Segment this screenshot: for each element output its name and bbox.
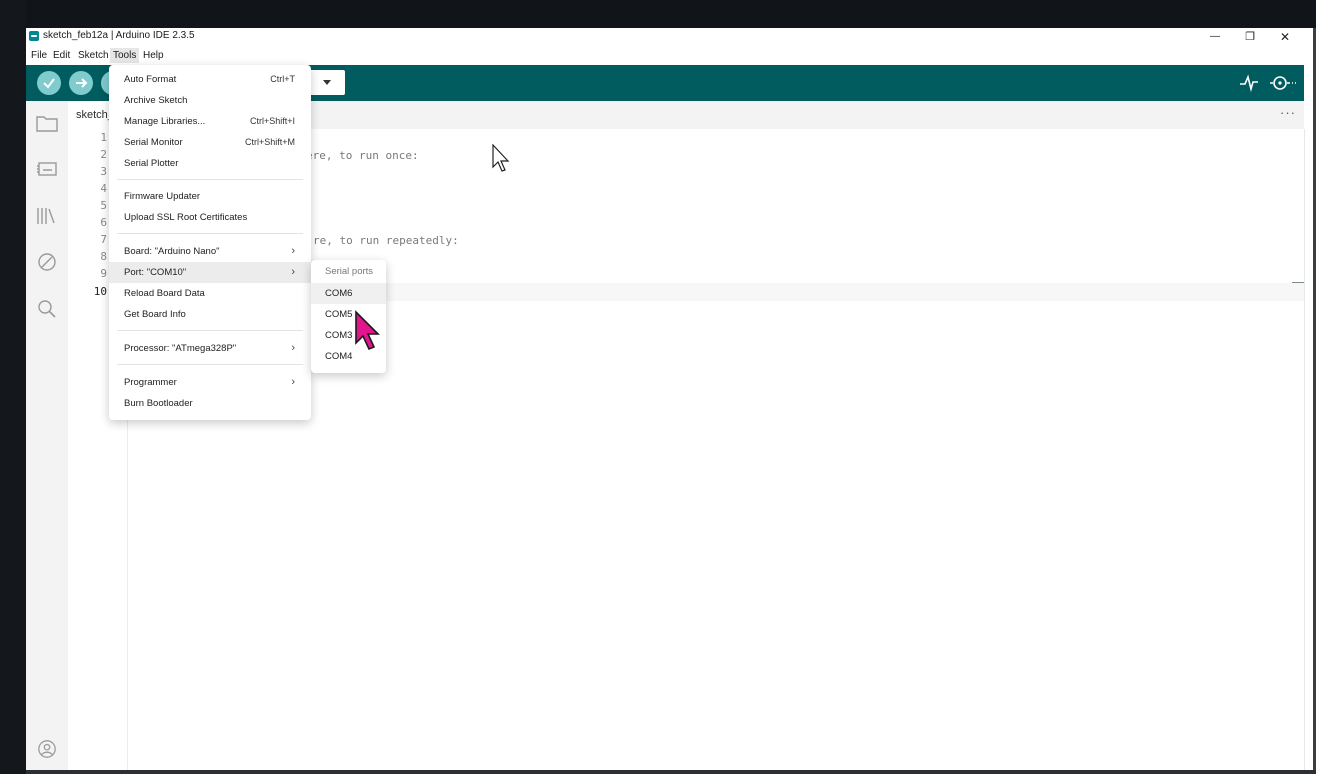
maximize-button[interactable]: ❐ [1233, 28, 1267, 45]
menu-item-archive-sketch[interactable]: Archive Sketch [109, 90, 311, 111]
menu-item-port[interactable]: Port: "COM10" › [109, 262, 311, 283]
desktop-taskbar-edge [26, 770, 1316, 774]
menu-item-label: Processor: "ATmega328P" [124, 343, 237, 354]
upload-button[interactable] [69, 71, 93, 95]
line-number: 2 [100, 148, 107, 161]
scroll-position-marker [1292, 282, 1304, 283]
highlighted-cursor-icon [355, 310, 380, 351]
serial-plotter-icon[interactable] [1238, 73, 1260, 93]
chevron-right-icon: › [291, 342, 295, 354]
menu-separator [117, 179, 303, 180]
menu-tools[interactable]: Tools [110, 48, 140, 63]
menu-item-processor[interactable]: Processor: "ATmega328P" › [109, 338, 311, 359]
account-icon[interactable] [36, 739, 58, 759]
shortcut-label: Ctrl+T [270, 74, 295, 84]
line-number: 9 [100, 267, 107, 280]
activity-sidebar [26, 101, 68, 770]
menu-item-label: Get Board Info [124, 309, 186, 320]
search-icon[interactable] [36, 299, 58, 319]
submenu-header: Serial ports [325, 266, 374, 277]
line-number: 3 [100, 165, 107, 178]
menu-item-label: Archive Sketch [124, 95, 188, 106]
editor-scrollbar[interactable] [1304, 129, 1313, 770]
folder-icon[interactable] [36, 113, 58, 133]
more-actions-button[interactable]: ··· [1280, 105, 1296, 120]
arduino-app-icon [29, 31, 39, 41]
menu-separator [117, 330, 303, 331]
menu-item-get-board-info[interactable]: Get Board Info [109, 304, 311, 325]
code-comment-loop: re, to run repeatedly: [313, 234, 459, 247]
menu-item-label: Auto Format [124, 74, 177, 85]
menu-bar: File Edit Sketch Tools Help [26, 45, 1313, 65]
line-number: 8 [100, 250, 107, 263]
menu-item-board[interactable]: Board: "Arduino Nano" › [109, 241, 311, 262]
chevron-right-icon: › [291, 266, 295, 278]
minimize-icon: — [1210, 31, 1220, 42]
menu-item-serial-monitor[interactable]: Serial Monitor Ctrl+Shift+M [109, 132, 311, 153]
window-title: sketch_feb12a | Arduino IDE 2.3.5 [43, 30, 195, 41]
library-manager-icon[interactable] [36, 206, 58, 226]
menu-edit[interactable]: Edit [50, 48, 73, 63]
minimize-button[interactable]: — [1198, 28, 1232, 45]
menu-item-auto-format[interactable]: Auto Format Ctrl+T [109, 69, 311, 90]
menu-item-label: Upload SSL Root Certificates [124, 212, 248, 223]
arduino-ide-window: sketch_feb12a | Arduino IDE 2.3.5 — ❐ ✕ … [26, 28, 1313, 770]
restore-icon: ❐ [1245, 31, 1255, 43]
line-number: 1 [100, 131, 107, 144]
caret-down-icon [323, 80, 331, 85]
arrow-right-icon [76, 78, 88, 88]
line-number: 5 [100, 199, 107, 212]
menu-item-programmer[interactable]: Programmer › [109, 372, 311, 393]
close-button[interactable]: ✕ [1268, 28, 1302, 45]
menu-item-label: Reload Board Data [124, 288, 205, 299]
desktop-background-left [0, 0, 26, 774]
menu-help[interactable]: Help [140, 48, 167, 63]
menu-item-reload-board-data[interactable]: Reload Board Data [109, 283, 311, 304]
menu-separator [117, 364, 303, 365]
menu-item-serial-plotter[interactable]: Serial Plotter [109, 153, 311, 174]
menu-sketch[interactable]: Sketch [75, 48, 112, 63]
verify-button[interactable] [37, 71, 61, 95]
line-number: 6 [100, 216, 107, 229]
menu-item-burn-bootloader[interactable]: Burn Bootloader [109, 393, 311, 414]
mouse-pointer-icon [492, 144, 510, 172]
menu-item-manage-libraries[interactable]: Manage Libraries... Ctrl+Shift+I [109, 111, 311, 132]
line-number: 7 [100, 233, 107, 246]
serial-monitor-icon[interactable] [1268, 73, 1298, 93]
code-comment-setup: ere, to run once: [306, 149, 419, 162]
board-selector-dropdown[interactable] [311, 70, 345, 95]
shortcut-label: Ctrl+Shift+I [249, 116, 295, 126]
desktop-background-right [1316, 0, 1334, 774]
close-icon: ✕ [1279, 29, 1291, 44]
debug-icon[interactable] [36, 252, 58, 272]
chevron-right-icon: › [291, 245, 295, 257]
tools-menu: Auto Format Ctrl+T Archive Sketch Manage… [109, 65, 311, 420]
menu-item-label: Programmer [124, 377, 177, 388]
menu-item-label: Serial Monitor [124, 137, 183, 148]
menu-item-label: Board: "Arduino Nano" [124, 246, 220, 257]
window-edge-shadow [1313, 28, 1316, 774]
menu-item-label: Firmware Updater [124, 191, 201, 202]
menu-item-label: Burn Bootloader [124, 398, 193, 409]
menu-item-label: Port: "COM10" [124, 267, 187, 278]
menu-separator [117, 233, 303, 234]
menu-item-upload-ssl[interactable]: Upload SSL Root Certificates [109, 207, 311, 228]
line-number-current: 10 [93, 285, 107, 298]
chevron-right-icon: › [291, 376, 295, 388]
port-option-com6[interactable]: COM6 [311, 283, 386, 304]
shortcut-label: Ctrl+Shift+M [244, 137, 295, 147]
check-icon [43, 78, 55, 89]
menu-file[interactable]: File [28, 48, 50, 63]
menu-item-firmware-updater[interactable]: Firmware Updater [109, 186, 311, 207]
title-bar: sketch_feb12a | Arduino IDE 2.3.5 — ❐ ✕ [26, 28, 1313, 45]
menu-item-label: Manage Libraries... [124, 116, 206, 127]
line-number: 4 [100, 182, 107, 195]
menu-item-label: Serial Plotter [124, 158, 179, 169]
boards-manager-icon[interactable] [36, 159, 58, 179]
